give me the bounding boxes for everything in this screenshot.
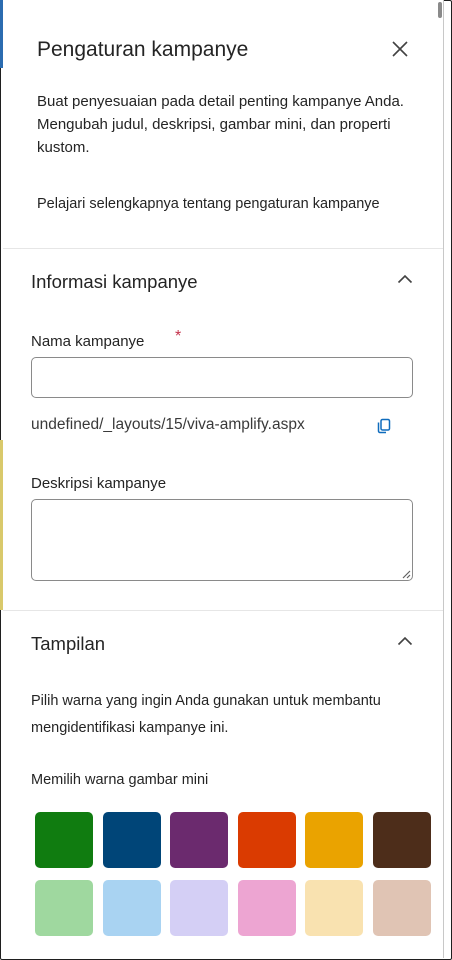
color-swatch[interactable] <box>35 880 93 936</box>
campaign-description-textarea[interactable] <box>31 499 413 581</box>
color-swatch[interactable] <box>237 880 296 936</box>
collapse-campaign-info-button[interactable] <box>395 269 415 289</box>
chevron-up-icon <box>397 274 413 284</box>
campaign-settings-panel: Pengaturan kampanye Buat penyesuaian pad… <box>3 0 444 958</box>
color-swatch[interactable] <box>35 812 93 868</box>
close-button[interactable] <box>389 38 411 60</box>
campaign-name-input[interactable] <box>31 357 413 398</box>
campaign-info-section-title: Informasi kampanye <box>31 271 198 292</box>
color-swatch[interactable] <box>372 880 431 936</box>
campaign-url: undefined/_layouts/15/viva-amplify.aspx <box>31 416 305 433</box>
panel-title: Pengaturan kampanye <box>37 38 249 61</box>
divider <box>3 248 443 249</box>
scrollbar-thumb[interactable] <box>438 2 442 18</box>
chevron-up-icon <box>397 636 413 646</box>
collapse-appearance-button[interactable] <box>395 631 415 651</box>
copy-url-button[interactable] <box>375 417 393 435</box>
learn-more-link[interactable]: Pelajari selengkapnya tentang pengaturan… <box>37 196 380 212</box>
color-swatch[interactable] <box>372 812 431 868</box>
color-swatch[interactable] <box>102 812 161 868</box>
color-swatch[interactable] <box>237 812 296 868</box>
color-swatch[interactable] <box>170 812 228 868</box>
appearance-helper-text: Pilih warna yang ingin Anda gunakan untu… <box>31 693 381 736</box>
close-icon <box>392 41 408 57</box>
color-swatch[interactable] <box>305 812 363 868</box>
color-swatch[interactable] <box>102 880 161 936</box>
color-swatch[interactable] <box>305 880 363 936</box>
resize-grip-icon[interactable] <box>402 570 411 579</box>
campaign-name-label: Nama kampanye <box>31 333 145 350</box>
color-swatch[interactable] <box>170 880 228 936</box>
appearance-section-title: Tampilan <box>31 633 106 654</box>
panel-description: Buat penyesuaian pada detail penting kam… <box>37 93 404 156</box>
copy-icon <box>377 418 391 434</box>
required-indicator: * <box>175 328 182 345</box>
campaign-description-label: Deskripsi kampanye <box>31 475 167 492</box>
thumbnail-color-label: Memilih warna gambar mini <box>31 772 209 788</box>
scrollbar[interactable] <box>435 0 443 958</box>
divider <box>3 610 443 611</box>
